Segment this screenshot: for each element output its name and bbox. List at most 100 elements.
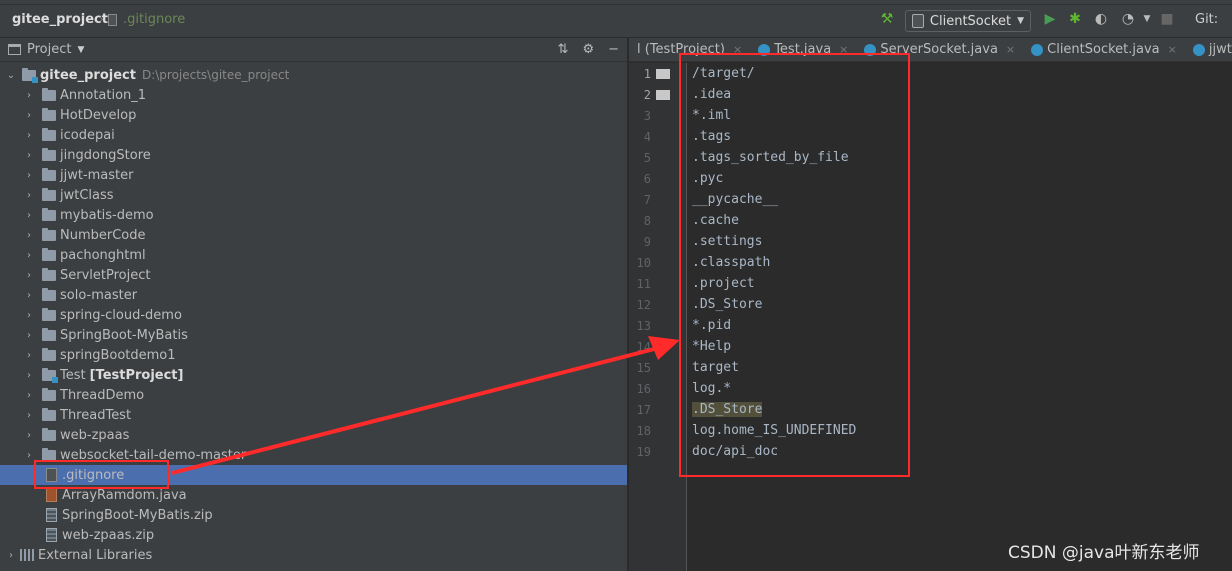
code-line[interactable]: .DS_Store [692,294,1232,315]
chevron-down-icon[interactable]: ▼ [1138,10,1156,28]
chevron-down-icon[interactable]: ▼ [77,45,84,55]
code-line[interactable]: *Help [692,336,1232,357]
chevron-right-icon[interactable]: › [24,430,34,441]
editor-tab[interactable]: ServerSocket.java × [856,38,1023,61]
tree-folder-row[interactable]: › HotDevelop [0,105,627,125]
tree-folder-row[interactable]: › websocket-tail-demo-master [0,445,627,465]
code-line[interactable]: doc/api_doc [692,441,1232,462]
tree-folder-row[interactable]: › web-zpaas [0,425,627,445]
hide-panel-icon[interactable]: − [608,42,619,57]
gutter-row: 1 [629,63,686,84]
code-area[interactable]: /target/ .idea *.iml .tags .tags_sorted_by_f… [692,63,1232,462]
collapse-all-icon[interactable]: ⇅ [558,42,569,57]
tree-folder-row[interactable]: › ThreadDemo [0,385,627,405]
code-line[interactable]: .tags_sorted_by_file [692,147,1232,168]
code-line[interactable]: .tags [692,126,1232,147]
code-line[interactable]: .classpath [692,252,1232,273]
gear-icon[interactable]: ⚙ [582,42,594,57]
chevron-right-icon[interactable]: › [24,410,34,421]
code-line[interactable]: .project [692,273,1232,294]
chevron-right-icon[interactable]: › [24,170,34,181]
editor-tab[interactable]: jjwt-master\ [1185,38,1232,61]
folder-icon [42,247,56,261]
close-icon[interactable]: × [1006,43,1015,56]
chevron-right-icon[interactable]: › [6,550,16,561]
chevron-right-icon[interactable]: › [24,90,34,101]
code-line[interactable]: .DS_Store [692,399,1232,420]
chevron-right-icon[interactable]: › [24,370,34,381]
chevron-right-icon[interactable]: › [24,210,34,221]
chevron-right-icon[interactable]: › [24,270,34,281]
run-icon[interactable]: ▶ [1041,10,1059,28]
project-view-title[interactable]: Project [27,42,71,57]
chevron-right-icon[interactable]: › [24,390,34,401]
profile-icon[interactable]: ◔ [1119,10,1137,28]
gutter-row: 8 [629,210,686,231]
chevron-right-icon[interactable]: › [24,150,34,161]
editor-tab[interactable]: Test.java × [750,38,856,61]
git-label[interactable]: Git: [1195,12,1218,27]
code-line[interactable]: log.* [692,378,1232,399]
tree-folder-row[interactable]: › jingdongStore [0,145,627,165]
code-line[interactable]: *.iml [692,105,1232,126]
tree-folder-row[interactable]: › Annotation_1 [0,85,627,105]
debug-icon[interactable]: ✱ [1066,10,1084,28]
code-line[interactable]: *.pid [692,315,1232,336]
chevron-right-icon[interactable]: › [24,310,34,321]
breadcrumb-project[interactable]: gitee_project [12,12,108,27]
tree-folder-row[interactable]: › ServletProject [0,265,627,285]
chevron-right-icon[interactable]: › [24,450,34,461]
chevron-right-icon[interactable]: › [24,190,34,201]
tree-folder-row[interactable]: › ThreadTest [0,405,627,425]
code-line[interactable]: .pyc [692,168,1232,189]
tree-folder-label: spring-cloud-demo [60,307,182,323]
java-file-icon [46,488,57,502]
close-icon[interactable]: × [1168,43,1177,56]
run-configuration-select[interactable]: ClientSocket ▼ [905,10,1031,32]
tree-folder-row[interactable]: › jwtClass [0,185,627,205]
chevron-right-icon[interactable]: › [24,230,34,241]
tree-folder-row[interactable]: › solo-master [0,285,627,305]
tree-file-row[interactable]: web-zpaas.zip [0,525,627,545]
close-icon[interactable]: × [839,43,848,56]
tree-file-row[interactable]: ArrayRamdom.java [0,485,627,505]
chevron-right-icon[interactable]: › [24,250,34,261]
editor-tab[interactable]: ClientSocket.java × [1023,38,1185,61]
tree-file-row[interactable]: .gitignore [0,465,627,485]
tree-folder-row[interactable]: › mybatis-demo [0,205,627,225]
editor-tab-label: jjwt-master\ [1208,42,1232,57]
chevron-right-icon[interactable]: › [24,290,34,301]
tree-folder-row[interactable]: › Test [TestProject] [0,365,627,385]
close-icon[interactable]: × [733,43,742,56]
window-title-strip [0,0,1232,5]
code-line[interactable]: .settings [692,231,1232,252]
chevron-right-icon[interactable]: › [24,330,34,341]
breadcrumb-file[interactable]: .gitignore [108,12,185,27]
folder-marker-icon [656,69,670,79]
hammer-icon[interactable]: ⚒ [878,10,896,28]
code-line[interactable]: log.home_IS_UNDEFINED [692,420,1232,441]
code-line[interactable]: target [692,357,1232,378]
tree-folder-row[interactable]: › spring-cloud-demo [0,305,627,325]
tree-folder-row[interactable]: › SpringBoot-MyBatis [0,325,627,345]
code-line[interactable]: .idea [692,84,1232,105]
chevron-right-icon[interactable]: › [24,130,34,141]
tree-folder-row[interactable]: › NumberCode [0,225,627,245]
chevron-right-icon[interactable]: › [24,350,34,361]
chevron-right-icon[interactable]: › [24,110,34,121]
chevron-down-icon[interactable]: ⌄ [6,70,16,81]
tree-root[interactable]: ⌄ gitee_project D:\projects\gitee_projec… [0,65,627,85]
tree-folder-row[interactable]: › icodepai [0,125,627,145]
code-text: /target/ [692,66,755,81]
external-libraries-row[interactable]: › External Libraries [0,545,627,565]
editor-tab[interactable]: l (TestProject) × [629,38,750,61]
coverage-icon[interactable]: ◐ [1092,10,1110,28]
code-line[interactable]: /target/ [692,63,1232,84]
tree-folder-row[interactable]: › springBootdemo1 [0,345,627,365]
tree-folder-row[interactable]: › pachonghtml [0,245,627,265]
tree-folder-row[interactable]: › jjwt-master [0,165,627,185]
tree-file-row[interactable]: SpringBoot-MyBatis.zip [0,505,627,525]
code-line[interactable]: .cache [692,210,1232,231]
code-line[interactable]: __pycache__ [692,189,1232,210]
stop-icon[interactable]: ■ [1158,10,1176,28]
